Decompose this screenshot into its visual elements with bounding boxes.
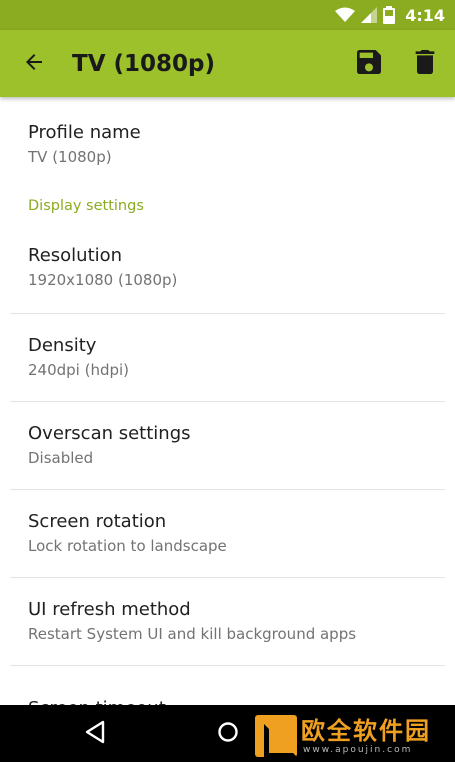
pref-title: Overscan settings: [28, 423, 191, 444]
watermark-logo: 欧全软件园 www.apoujin.com: [255, 713, 450, 759]
pref-overscan[interactable]: Overscan settings Disabled: [0, 402, 455, 489]
status-time: 4:14: [405, 5, 445, 25]
page-title: TV (1080p): [72, 50, 215, 77]
pref-summary: Disabled: [28, 449, 94, 467]
pref-title: Density: [28, 335, 97, 356]
pref-profile-name[interactable]: Profile name TV (1080p): [0, 97, 455, 191]
trash-icon: [409, 46, 441, 82]
save-icon: [353, 46, 385, 82]
watermark-name: 欧全软件园: [301, 716, 431, 745]
triangle-back-icon: [84, 720, 106, 748]
back-button[interactable]: [0, 30, 68, 97]
app-bar: TV (1080p): [0, 30, 455, 97]
pref-summary: Lock rotation to landscape: [28, 537, 227, 555]
battery-icon: [383, 6, 396, 24]
pref-title: Profile name: [28, 121, 141, 143]
nav-back-button[interactable]: [60, 705, 130, 762]
pref-title: Screen rotation: [28, 511, 167, 532]
preferences-list[interactable]: Profile name TV (1080p) Display settings…: [0, 97, 455, 705]
pref-summary: Restart System UI and kill background ap…: [28, 625, 357, 643]
pref-summary: TV (1080p): [28, 147, 112, 166]
pref-title: UI refresh method: [28, 599, 191, 620]
pref-title: Screen timeout: [28, 697, 427, 705]
pref-title: Resolution: [28, 244, 123, 266]
status-bar: 4:14: [0, 0, 455, 30]
watermark-url: www.apoujin.com: [303, 744, 413, 755]
category-header: Display settings: [28, 198, 144, 214]
arrow-left-icon: [22, 50, 46, 78]
save-button[interactable]: [341, 36, 397, 92]
delete-button[interactable]: [397, 36, 453, 92]
pref-screen-timeout[interactable]: Screen timeout: [0, 666, 455, 705]
wifi-icon: [335, 7, 356, 23]
watermark-mark-icon: [255, 715, 298, 758]
pref-summary: 240dpi (hdpi): [28, 361, 130, 379]
pref-screen-rotation[interactable]: Screen rotation Lock rotation to landsca…: [0, 490, 455, 577]
cell-signal-icon: [361, 7, 378, 23]
pref-ui-refresh[interactable]: UI refresh method Restart System UI and …: [0, 578, 455, 665]
pref-resolution[interactable]: Resolution 1920x1080 (1080p): [0, 221, 455, 313]
pref-density[interactable]: Density 240dpi (hdpi): [0, 314, 455, 401]
pref-summary: 1920x1080 (1080p): [28, 270, 178, 289]
circle-home-icon: [217, 721, 239, 747]
nav-home-button[interactable]: [193, 705, 263, 762]
